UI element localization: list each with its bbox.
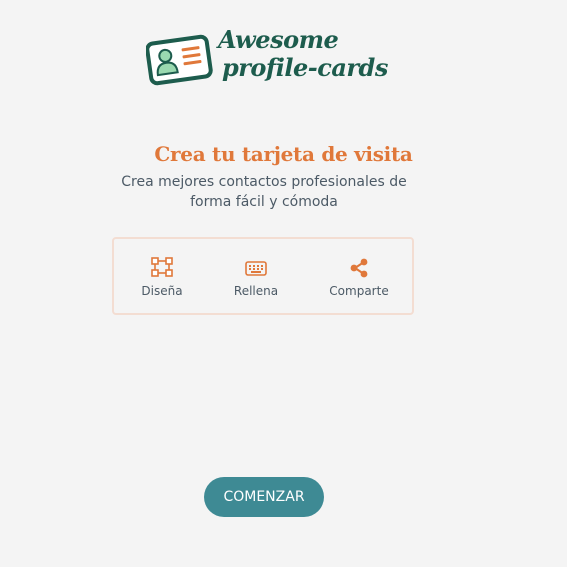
- landing-page: Awesome profile-cards Crea tu tarjeta de…: [0, 0, 567, 567]
- brand-wordmark: Awesome profile-cards: [218, 26, 388, 82]
- page-subtitle: Crea mejores contactos profesionales de …: [121, 174, 407, 210]
- page-title: Crea tu tarjeta de visita: [154, 142, 413, 166]
- features-panel: Diseña Rellena Comparte: [112, 237, 414, 315]
- feature-fill-label: Rellena: [233, 284, 279, 298]
- feature-share-label: Comparte: [329, 284, 389, 298]
- feature-share: Comparte: [314, 257, 404, 298]
- start-button[interactable]: COMENZAR: [204, 477, 324, 517]
- brand-line-1: Awesome: [218, 25, 339, 54]
- feature-design-label: Diseña: [141, 284, 183, 298]
- feature-fill: Rellena: [211, 257, 301, 298]
- keyboard-icon: [245, 261, 267, 276]
- share-icon: [350, 258, 368, 278]
- brand-logo: Awesome profile-cards: [146, 26, 388, 92]
- id-card-icon: [146, 34, 213, 86]
- brand-line-2: profile-cards: [222, 53, 388, 82]
- feature-design: Diseña: [117, 257, 207, 298]
- vector-design-icon: [151, 257, 173, 277]
